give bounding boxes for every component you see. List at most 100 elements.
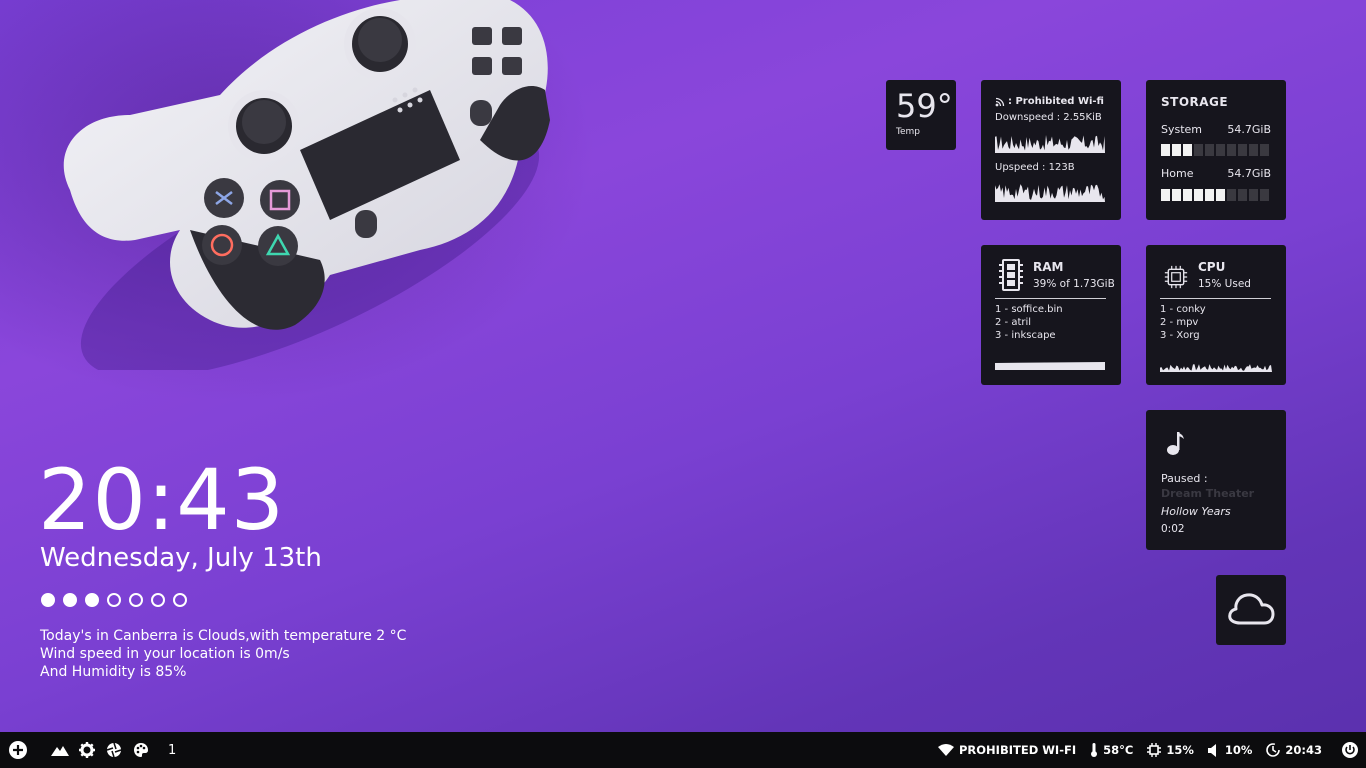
storage-bar-segment [1227,189,1236,201]
aperture-icon[interactable] [104,740,124,760]
add-circle-icon[interactable] [8,740,28,760]
process-item: 3 - inkscape [995,330,1056,341]
process-item: 3 - Xorg [1160,330,1200,341]
cpu-temperature: 58°C [1103,743,1134,757]
controller-wallpaper-image [63,0,550,370]
temperature-status[interactable]: 58°C [1090,743,1133,757]
mountain-icon[interactable] [50,740,70,760]
workspace-dot[interactable] [173,593,187,607]
rss-wifi-icon [995,97,1005,106]
process-item: 1 - conky [1160,304,1206,315]
downspeed-label: Downspeed : 2.55KiB [995,112,1102,123]
cpu-status[interactable]: 15% [1147,743,1194,757]
thermometer-icon [1091,743,1098,757]
wifi-name: PROHIBITED WI-FI [958,743,1077,757]
music-player-widget: Paused : Dream Theater Hollow Years 0:02 [1146,410,1286,550]
upspeed-label: Upspeed : 123B [995,162,1075,173]
clock-icon [1266,743,1281,757]
music-artist: Dream Theater [1161,487,1255,500]
cpu-divider [1160,298,1271,299]
storage-home-bar [1161,189,1269,201]
storage-bar-segment [1249,144,1258,156]
storage-bar-segment [1249,189,1258,201]
storage-bar-segment [1238,189,1247,201]
storage-bar-segment [1183,189,1192,201]
storage-system-bar [1161,144,1269,156]
taskbar-status: PROHIBITED WI-FI 58°C 15% 10% 20:43 [924,732,1358,768]
palette-icon[interactable] [131,740,151,760]
wifi-status[interactable]: PROHIBITED WI-FI [937,743,1077,757]
music-status: Paused : [1161,472,1208,485]
storage-bar-segment [1161,189,1170,201]
cpu-usage: 15% Used [1198,278,1251,290]
weather-line-conditions: Today's in Canberra is Clouds,with tempe… [40,628,407,644]
storage-bar-segment [1260,189,1269,201]
storage-home-value: 54.7GiB [1227,167,1271,180]
storage-bar-segment [1183,144,1192,156]
storage-bar-segment [1216,144,1225,156]
weather-line-humidity: And Humidity is 85% [40,664,187,680]
downspeed-graph [995,135,1105,153]
workspace-dot[interactable] [41,593,55,607]
ram-widget: RAM 39% of 1.73GiB 1 - soffice.bin 2 - a… [981,245,1121,385]
storage-bar-segment [1238,144,1247,156]
storage-home-label: Home [1161,167,1194,180]
music-song: Hollow Years [1161,505,1231,518]
storage-widget: STORAGE System 54.7GiB Home 54.7GiB [1146,80,1286,220]
wifi-icon [937,744,954,756]
ram-divider [995,298,1106,299]
power-button[interactable] [1342,742,1358,758]
cpu-percent: 15% [1166,743,1194,757]
workspace-dot[interactable] [129,593,143,607]
storage-bar-segment [1227,144,1236,156]
network-widget: : Prohibited Wi-fi Downspeed : 2.55KiB U… [981,80,1121,220]
process-item: 1 - soffice.bin [995,304,1063,315]
chip-icon [1164,265,1188,289]
ram-usage-graph [995,362,1105,370]
workspace-dot[interactable] [107,593,121,607]
weather-line-wind: Wind speed in your location is 0m/s [40,646,290,662]
cpu-title: CPU [1198,260,1226,274]
cpu-process-list: 1 - conky 2 - mpv 3 - Xorg [1160,303,1206,342]
taskbar-clock: 20:43 [1285,743,1322,757]
network-ssid: : Prohibited Wi-fi [1008,96,1104,107]
storage-system-label: System [1161,123,1203,136]
taskbar: 1 PROHIBITED WI-FI 58°C 15% 10% 20:43 [0,732,1366,768]
temperature-label: Temp [896,127,920,137]
workspace-dot[interactable] [151,593,165,607]
clock-status[interactable]: 20:43 [1266,743,1322,757]
storage-bar-segment [1172,144,1181,156]
storage-system-value: 54.7GiB [1227,123,1271,136]
process-item: 2 - mpv [1160,317,1199,328]
cpu-widget: CPU 15% Used 1 - conky 2 - mpv 3 - Xorg [1146,245,1286,385]
workspace-dot[interactable] [63,593,77,607]
ram-process-list: 1 - soffice.bin 2 - atril 3 - inkscape [995,303,1063,342]
temperature-value: 59° [896,87,953,125]
upspeed-graph [995,184,1105,202]
volume-percent: 10% [1224,743,1253,757]
speaker-icon [1207,743,1216,757]
storage-bar-segment [1161,144,1170,156]
volume-status[interactable]: 10% [1207,743,1253,757]
cloud-icon [1228,593,1275,625]
gear-icon[interactable] [77,740,97,760]
workspace-dots [41,593,187,607]
workspace-dot[interactable] [85,593,99,607]
process-item: 2 - atril [995,317,1032,328]
ram-title: RAM [1033,260,1064,274]
storage-system-row: System 54.7GiB [1161,123,1271,136]
storage-home-row: Home 54.7GiB [1161,167,1271,180]
cpu-usage-graph [1160,364,1272,372]
workspace-number[interactable]: 1 [168,743,176,758]
storage-bar-segment [1194,189,1203,201]
ram-usage: 39% of 1.73GiB [1033,278,1115,290]
music-elapsed-time: 0:02 [1161,523,1185,535]
taskbar-launchers: 1 [8,732,176,768]
clock-time: 20:43 [38,451,286,549]
weather-report: Today's in Canberra is Clouds,with tempe… [40,627,406,681]
storage-bar-segment [1172,189,1181,201]
weather-widget [1216,575,1286,645]
network-title: : Prohibited Wi-fi [995,96,1104,107]
storage-title: STORAGE [1161,95,1229,109]
memory-icon [999,259,1023,291]
